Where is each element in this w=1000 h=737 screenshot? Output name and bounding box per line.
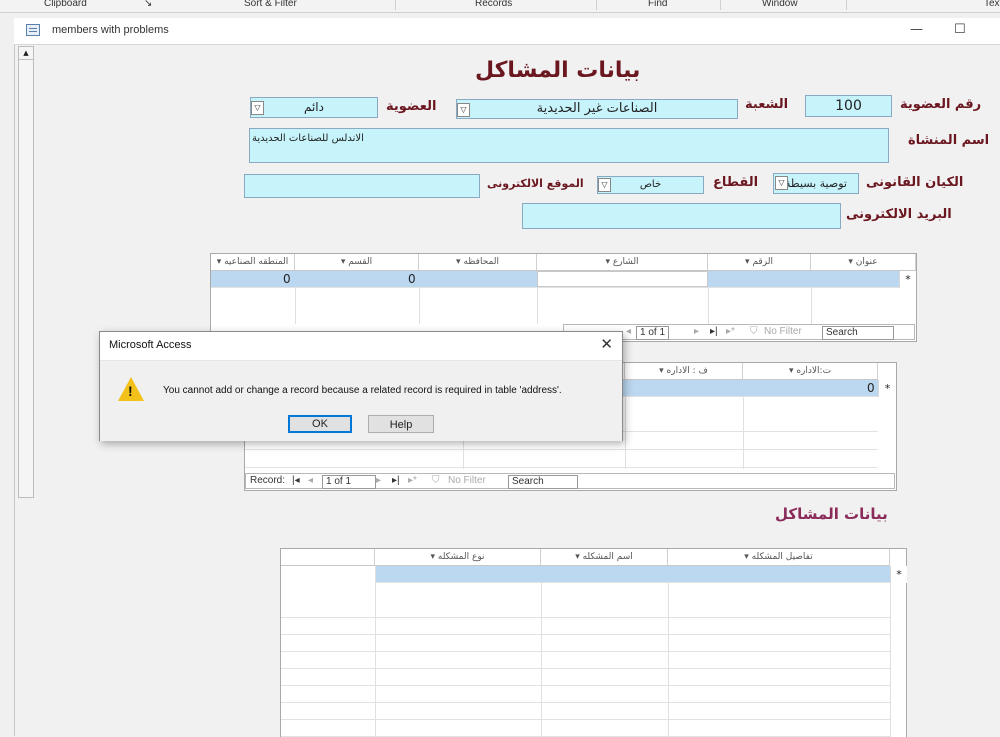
- problem-details-col-header[interactable]: تفاصيل المشكله ▾: [668, 549, 890, 566]
- industrial-zone-cell[interactable]: 0: [283, 272, 291, 286]
- form-title: members with problems: [52, 24, 169, 36]
- error-dialog: Microsoft Access ✕ ! You cannot add or c…: [99, 331, 623, 441]
- admin-record-counter[interactable]: 1 of 1: [322, 475, 376, 489]
- street-cell[interactable]: [537, 271, 708, 287]
- filter-icon[interactable]: ⛉: [432, 475, 440, 486]
- ribbon-group-records: Records: [475, 0, 513, 9]
- last-record-icon[interactable]: ▸|: [392, 475, 400, 486]
- filter-icon[interactable]: ⛉: [750, 326, 758, 337]
- website-label: الموقع الالكترونى: [487, 177, 584, 190]
- email-label: البريد الالكترونى: [846, 207, 952, 222]
- dialog-title: Microsoft Access: [109, 339, 192, 351]
- membership-type-combo[interactable]: دائم: [250, 97, 378, 118]
- website-field[interactable]: [244, 174, 480, 198]
- problem-type-col-header[interactable]: نوع المشكله ▾: [375, 549, 541, 566]
- minimize-button[interactable]: —: [910, 22, 923, 37]
- ribbon-group-text: Text: [984, 0, 1000, 9]
- admin-f-col-header[interactable]: ف : الاداره ▾: [625, 363, 743, 380]
- admin-t-col-header[interactable]: ت:الاداره ▾: [743, 363, 878, 380]
- ok-button[interactable]: OK: [288, 415, 352, 433]
- facility-name-value: الاندلس للصناعات الحديدية: [252, 133, 364, 144]
- membership-type-label: العضوية: [386, 99, 437, 114]
- legal-entity-dropdown-arrow-icon[interactable]: ▽: [775, 176, 788, 190]
- membership-no-label: رقم العضوية: [900, 97, 982, 112]
- admin-no-filter[interactable]: No Filter: [448, 475, 486, 486]
- ribbon-group-labels: Clipboard ↘ Sort & Filter Records Find W…: [0, 0, 1000, 13]
- ribbon-group-find: Find: [648, 0, 668, 9]
- problems-heading: بيانات المشاكل: [775, 505, 888, 523]
- record-label: Record:: [250, 475, 286, 486]
- number-col-header[interactable]: الرقم ▾: [708, 254, 811, 271]
- division-combo[interactable]: الصناعات غير الحديدية: [456, 99, 738, 119]
- address-search[interactable]: Search: [822, 326, 894, 340]
- ribbon-group-sort-filter: Sort & Filter: [244, 0, 297, 9]
- sector-combo[interactable]: خاص: [597, 176, 704, 194]
- admin-search[interactable]: Search: [508, 475, 578, 489]
- division-dropdown-arrow-icon[interactable]: ▽: [457, 103, 470, 117]
- prev-record-icon[interactable]: ◂: [308, 475, 313, 486]
- email-field[interactable]: [522, 203, 841, 229]
- facility-name-field[interactable]: الاندلس للصناعات الحديدية: [249, 128, 889, 163]
- problems-extra-col-header[interactable]: [281, 549, 375, 566]
- admin-record-navigator: Record: |◂ ◂ 1 of 1 ▸ ▸| ▸* ⛉ No Filter …: [245, 473, 895, 489]
- admin-new-record-marker[interactable]: *: [878, 380, 896, 397]
- governorate-col-header[interactable]: المحافظه ▾: [419, 254, 537, 271]
- address-subform: عنوان ▾ الرقم ▾ الشارع ▾ المحافظه ▾ القس…: [210, 253, 917, 342]
- membership-no-field[interactable]: 100: [805, 95, 892, 117]
- sector-label: القطاع: [713, 175, 759, 190]
- ribbon-group-clipboard: Clipboard: [44, 0, 87, 9]
- last-record-icon[interactable]: ▸|: [710, 326, 718, 337]
- sector-dropdown-arrow-icon[interactable]: ▽: [598, 178, 611, 192]
- next-record-icon[interactable]: ▸: [376, 475, 381, 486]
- admin-t-cell[interactable]: 0: [867, 381, 875, 395]
- district-cell[interactable]: 0: [408, 272, 416, 286]
- dialog-close-icon[interactable]: ✕: [600, 335, 613, 353]
- problem-name-col-header[interactable]: اسم المشكله ▾: [541, 549, 668, 566]
- legal-entity-label: الكيان القانونى: [866, 175, 964, 190]
- maximize-button[interactable]: ☐: [954, 22, 966, 37]
- membership-dropdown-arrow-icon[interactable]: ▽: [251, 101, 264, 115]
- form-title-bar: members with problems — ☐: [14, 18, 1000, 45]
- problems-new-record-marker[interactable]: *: [890, 566, 907, 583]
- division-label: الشعبة: [745, 97, 789, 112]
- new-record-icon[interactable]: ▸*: [726, 326, 735, 337]
- dialog-body: ! You cannot add or change a record beca…: [100, 360, 622, 441]
- address-record-counter[interactable]: 1 of 1: [636, 326, 670, 340]
- address-new-record-marker[interactable]: *: [899, 271, 916, 288]
- address-col-header[interactable]: عنوان ▾: [811, 254, 916, 271]
- vertical-scrollbar[interactable]: ▲: [18, 46, 34, 498]
- district-col-header[interactable]: القسم ▾: [295, 254, 419, 271]
- dialog-message: You cannot add or change a record becaus…: [163, 385, 562, 396]
- scroll-up-arrow-icon[interactable]: ▲: [19, 47, 33, 60]
- first-record-icon[interactable]: |◂: [292, 475, 300, 486]
- prev-record-icon[interactable]: ◂: [626, 326, 631, 337]
- dialog-launcher-icon[interactable]: ↘: [144, 0, 152, 9]
- new-record-icon[interactable]: ▸*: [408, 475, 417, 486]
- problems-subform: تفاصيل المشكله ▾ اسم المشكله ▾ نوع المشك…: [280, 548, 907, 737]
- help-button[interactable]: Help: [368, 415, 434, 433]
- form-heading: بيانات المشاكل: [475, 58, 641, 83]
- industrial-zone-col-header[interactable]: المنطقه الصناعيه ▾: [211, 254, 295, 271]
- problems-new-row[interactable]: [375, 566, 890, 583]
- street-col-header[interactable]: الشارع ▾: [537, 254, 708, 271]
- address-new-row[interactable]: 0 0: [211, 271, 899, 288]
- address-no-filter[interactable]: No Filter: [764, 326, 802, 337]
- facility-name-label: اسم المنشاة: [908, 133, 990, 148]
- next-record-icon[interactable]: ▸: [694, 326, 699, 337]
- ribbon-group-window: Window: [762, 0, 798, 9]
- form-icon: [26, 24, 40, 36]
- warning-mark: !: [128, 383, 133, 399]
